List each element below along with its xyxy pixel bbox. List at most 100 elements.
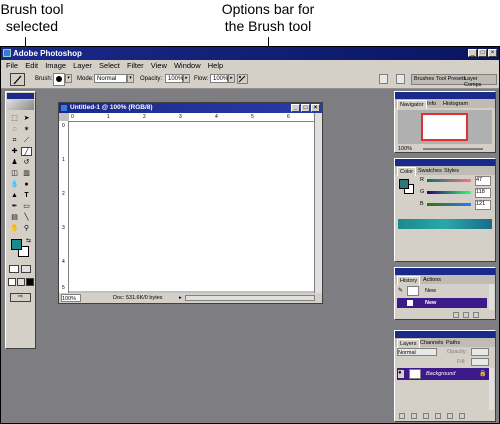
eyedropper-tool-icon[interactable]: ╲ (21, 213, 32, 222)
new-group-icon[interactable] (435, 413, 441, 419)
menu-layer[interactable]: Layer (73, 61, 92, 70)
menu-file[interactable]: File (6, 61, 18, 70)
clone-stamp-tool-icon[interactable]: ♟ (9, 158, 20, 167)
brush-tool-icon[interactable]: ╱ (21, 147, 32, 156)
layer-mask-icon[interactable] (411, 413, 417, 419)
menu-help[interactable]: Help (208, 61, 223, 70)
doc-close-button[interactable]: × (311, 104, 320, 112)
opacity-slider-arrow[interactable]: ▸ (183, 74, 190, 83)
marquee-tool-icon[interactable]: ⬚ (9, 114, 20, 123)
tab-color[interactable]: Color (397, 167, 417, 176)
path-selection-tool-icon[interactable]: ▲ (9, 191, 20, 200)
type-tool-icon[interactable]: T (21, 191, 32, 200)
notes-tool-icon[interactable]: ▤ (9, 213, 20, 222)
red-channel-value[interactable]: 47 (475, 176, 491, 186)
pen-tool-icon[interactable]: ✒ (9, 202, 20, 211)
mode-select[interactable]: Normal (94, 74, 127, 83)
flow-field[interactable]: 100% (210, 74, 228, 83)
healing-brush-tool-icon[interactable]: ✚ (9, 147, 20, 156)
horizontal-scrollbar[interactable] (185, 295, 315, 301)
color-ramp[interactable] (398, 219, 492, 229)
eraser-tool-icon[interactable]: ◫ (9, 169, 20, 178)
layer-opacity-field[interactable] (471, 348, 489, 356)
green-channel-slider[interactable] (427, 191, 471, 194)
crop-tool-icon[interactable]: ⌗ (9, 136, 20, 145)
doc-minimize-button[interactable]: _ (291, 104, 300, 112)
document-canvas[interactable] (69, 122, 314, 291)
minimize-button[interactable]: _ (468, 49, 477, 57)
tab-histogram[interactable]: Histogram (441, 100, 470, 108)
flow-slider-arrow[interactable]: ▸ (228, 74, 235, 83)
zoom-tool-icon[interactable]: ⚲ (21, 224, 32, 233)
navigator-zoom-field[interactable]: 100% (398, 146, 412, 152)
status-menu-arrow[interactable]: ▸ (179, 293, 182, 303)
layers-scrollbar[interactable] (489, 368, 494, 410)
screen-mode-full-button[interactable] (26, 278, 34, 286)
tab-channels[interactable]: Channels (418, 339, 445, 347)
mode-dropdown-arrow[interactable]: ▾ (127, 74, 134, 83)
move-tool-icon[interactable]: ➤ (21, 114, 32, 123)
well-tab-tool-presets[interactable]: Tool Presets (436, 76, 466, 82)
new-layer-icon[interactable] (447, 413, 453, 419)
hand-tool-icon[interactable]: ✋ (9, 224, 20, 233)
history-scrollbar[interactable] (489, 284, 494, 310)
blue-channel-slider[interactable] (427, 203, 471, 206)
layer-style-icon[interactable] (399, 413, 405, 419)
navigator-view-box[interactable] (421, 113, 468, 141)
history-state-row[interactable]: New (397, 298, 487, 308)
blur-tool-icon[interactable]: 💧 (9, 180, 20, 189)
airbrush-button[interactable] (237, 74, 248, 84)
tab-history[interactable]: History (397, 276, 421, 285)
menu-select[interactable]: Select (99, 61, 120, 70)
menu-image[interactable]: Image (45, 61, 66, 70)
brush-picker[interactable] (53, 73, 65, 86)
history-new-snapshot-icon[interactable] (463, 312, 469, 318)
file-browser-button[interactable] (379, 74, 388, 84)
well-tab-layer-comps[interactable]: Layer Comps (464, 76, 496, 88)
tab-swatches[interactable]: Swatches (416, 167, 444, 175)
well-tab-brushes[interactable]: Brushes (414, 76, 434, 82)
menu-edit[interactable]: Edit (25, 61, 38, 70)
zoom-field[interactable]: 100% (61, 294, 81, 302)
red-channel-slider[interactable] (427, 179, 471, 182)
screen-mode-full-menu-button[interactable] (17, 278, 25, 286)
layer-fill-field[interactable] (471, 358, 489, 366)
navigator-zoom-slider[interactable] (423, 148, 483, 150)
tool-preset-picker[interactable] (10, 73, 25, 86)
palette-well-toggle[interactable] (396, 74, 405, 84)
tab-navigator[interactable]: Navigator (397, 100, 427, 109)
tab-paths[interactable]: Paths (444, 339, 462, 347)
menu-window[interactable]: Window (174, 61, 201, 70)
gradient-tool-icon[interactable]: ▥ (21, 169, 32, 178)
delete-layer-icon[interactable] (459, 413, 465, 419)
maximize-button[interactable]: □ (478, 49, 487, 57)
blend-mode-select[interactable]: Normal (397, 348, 437, 356)
doc-maximize-button[interactable]: □ (301, 104, 310, 112)
standard-mode-button[interactable] (9, 265, 19, 273)
menu-filter[interactable]: Filter (127, 61, 144, 70)
screen-mode-standard-button[interactable] (8, 278, 16, 286)
new-fill-layer-icon[interactable] (423, 413, 429, 419)
foreground-color-swatch[interactable] (11, 239, 22, 250)
layer-visibility-eye-icon[interactable]: ● (398, 370, 404, 378)
layer-row[interactable]: ● Background 🔒 (397, 368, 489, 380)
color-fg-swatch[interactable] (399, 179, 409, 189)
blue-channel-value[interactable]: 121 (475, 200, 491, 210)
vertical-scrollbar[interactable] (314, 113, 322, 294)
magic-wand-tool-icon[interactable]: ✶ (21, 125, 32, 134)
dodge-tool-icon[interactable]: ● (21, 180, 32, 189)
green-channel-value[interactable]: 118 (475, 188, 491, 198)
history-delete-icon[interactable] (473, 312, 479, 318)
quick-mask-button[interactable] (21, 265, 31, 273)
slice-tool-icon[interactable]: ⟋ (21, 136, 32, 145)
brush-picker-arrow[interactable]: ▾ (65, 74, 72, 83)
shape-tool-icon[interactable]: ▭ (21, 202, 32, 211)
history-snapshot-row[interactable]: ✎ New (397, 285, 487, 297)
history-new-document-icon[interactable] (453, 312, 459, 318)
tab-styles[interactable]: Styles (442, 167, 461, 175)
swap-colors-icon[interactable]: ⇆ (23, 237, 34, 246)
jump-to-imageready-button[interactable]: ⇨ (10, 293, 31, 302)
close-button[interactable]: × (488, 49, 497, 57)
tab-layers[interactable]: Layers (397, 339, 420, 348)
history-brush-tool-icon[interactable]: ↺ (21, 158, 32, 167)
